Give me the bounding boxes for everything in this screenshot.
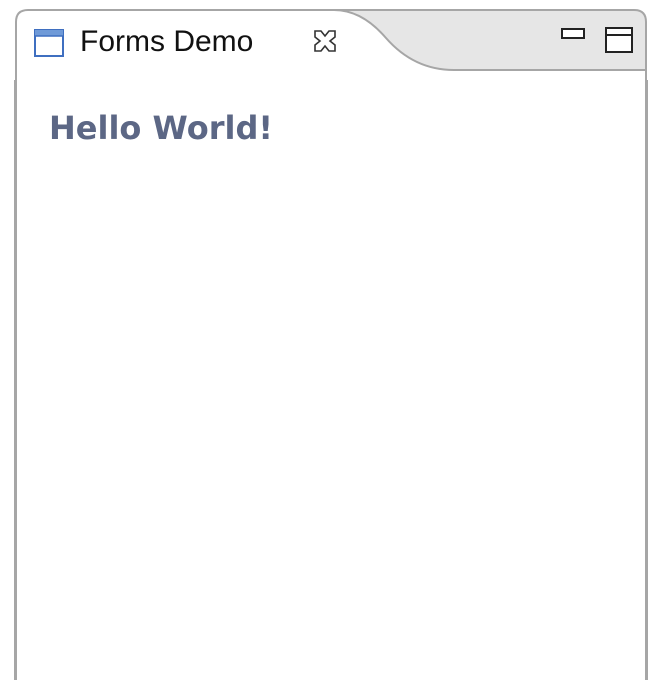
- maximize-icon[interactable]: [604, 26, 634, 54]
- minimize-icon[interactable]: [560, 26, 586, 42]
- view-tab-bar: Forms Demo: [14, 8, 648, 80]
- form-title: Hello World!: [49, 109, 273, 147]
- view-window-icon: [34, 29, 64, 57]
- form-body: Hello World!: [14, 80, 648, 680]
- view-tab-title[interactable]: Forms Demo: [80, 24, 253, 60]
- close-icon[interactable]: [312, 28, 338, 54]
- forms-demo-view: Forms Demo Hello World!: [14, 8, 648, 688]
